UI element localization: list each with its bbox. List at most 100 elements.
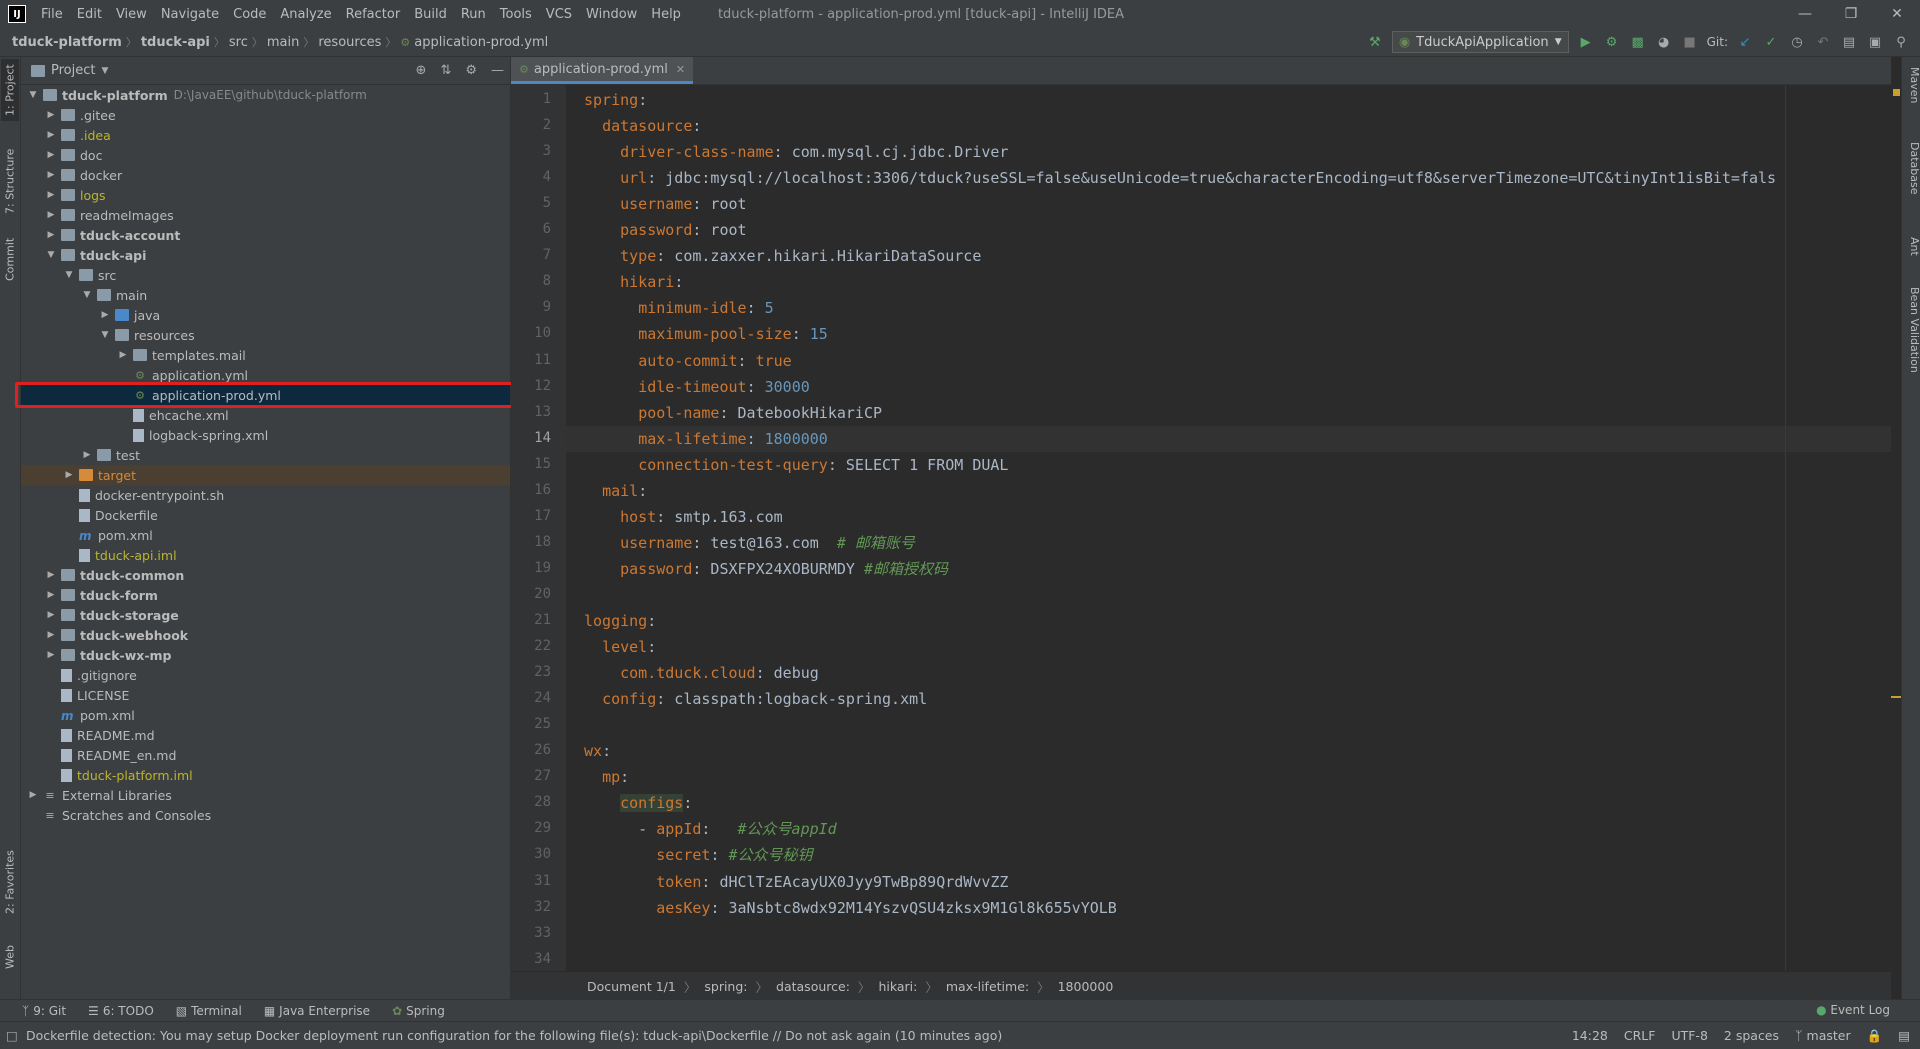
lock-icon[interactable]: 🔒 <box>1867 1028 1883 1044</box>
tool-java-enterprise[interactable]: ▦ Java Enterprise <box>264 1004 370 1018</box>
collapse-all-icon[interactable]: ⇅ <box>440 63 451 78</box>
gear-icon[interactable]: ⚙ <box>465 63 477 78</box>
line-number[interactable]: 12 <box>511 378 551 394</box>
coverage-icon[interactable]: ▩ <box>1629 33 1647 51</box>
line-number[interactable]: 30 <box>511 846 551 862</box>
menu-tools[interactable]: Tools <box>493 7 539 22</box>
tree-item[interactable]: .gitignore <box>21 665 510 685</box>
git-branch[interactable]: ᛉ master <box>1795 1028 1851 1043</box>
chevron-right-icon[interactable]: ▶ <box>45 630 57 640</box>
tree-item[interactable]: ▶ .gitee <box>21 105 510 125</box>
line-number[interactable]: 3 <box>511 143 551 159</box>
build-hammer-icon[interactable]: ⚒ <box>1366 33 1384 51</box>
profile-icon[interactable]: ◕ <box>1655 33 1673 51</box>
code-line[interactable]: token: dHClTzEAcayUX0Jyy9TwBp89QrdWvvZZ <box>584 869 1008 895</box>
code-line[interactable]: password: DSXFPX24XOBURMDY #邮箱授权码 <box>584 556 948 582</box>
tab-web[interactable]: Web <box>1 937 19 977</box>
file-encoding[interactable]: UTF-8 <box>1671 1028 1707 1043</box>
code-line[interactable]: password: root <box>584 217 746 243</box>
code-line[interactable]: pool-name: DatebookHikariCP <box>584 400 882 426</box>
debug-icon[interactable]: ⚙ <box>1603 33 1621 51</box>
locate-icon[interactable]: ⊕ <box>416 63 427 78</box>
line-number[interactable]: 34 <box>511 951 551 967</box>
line-number[interactable]: 32 <box>511 899 551 915</box>
tab-bean-validation[interactable]: Bean Validation <box>1903 287 1920 373</box>
code-line[interactable]: hikari: <box>584 269 683 295</box>
menu-build[interactable]: Build <box>407 7 454 22</box>
line-number[interactable]: 14 <box>511 430 551 446</box>
tool-todo[interactable]: ☰ 6: TODO <box>88 1004 154 1018</box>
indent-setting[interactable]: 2 spaces <box>1724 1028 1779 1043</box>
tree-item[interactable]: LICENSE <box>21 685 510 705</box>
line-number[interactable]: 29 <box>511 820 551 836</box>
tool-terminal[interactable]: ▧ Terminal <box>176 1004 242 1018</box>
line-number[interactable]: 25 <box>511 716 551 732</box>
code-line[interactable]: driver-class-name: com.mysql.cj.jdbc.Dri… <box>584 139 1008 165</box>
tree-item[interactable]: tduck-platform.iml <box>21 765 510 785</box>
line-number[interactable]: 22 <box>511 638 551 654</box>
tree-item[interactable]: ▶ tduck-form <box>21 585 510 605</box>
caret-position[interactable]: 14:28 <box>1572 1028 1608 1043</box>
inspection-warning-icon[interactable] <box>1893 89 1900 96</box>
code-line[interactable]: connection-test-query: SELECT 1 FROM DUA… <box>584 452 1008 478</box>
tree-item[interactable]: m pom.xml <box>21 525 510 545</box>
tree-item[interactable]: README.md <box>21 725 510 745</box>
tab-application-prod-yml[interactable]: ⚙ application-prod.yml ✕ <box>511 57 694 84</box>
code-line[interactable]: idle-timeout: 30000 <box>584 374 810 400</box>
tree-item[interactable]: ▼ main <box>21 285 510 305</box>
code-line[interactable]: type: com.zaxxer.hikari.HikariDataSource <box>584 243 981 269</box>
code-line[interactable]: auto-commit: true <box>584 348 792 374</box>
tree-item[interactable]: ▼ tduck-platform D:\JavaEE\github\tduck-pl… <box>21 85 510 105</box>
project-view-select[interactable]: Project <box>51 63 95 78</box>
project-structure-icon[interactable]: ▤ <box>1840 33 1858 51</box>
menu-view[interactable]: View <box>109 7 154 22</box>
tree-item[interactable]: tduck-api.iml <box>21 545 510 565</box>
stop-icon[interactable]: ■ <box>1681 33 1699 51</box>
tree-item[interactable]: docker-entrypoint.sh <box>21 485 510 505</box>
breadcrumb-item[interactable]: tduck-api <box>137 35 214 50</box>
tab-maven[interactable]: Maven <box>1903 67 1920 103</box>
menu-code[interactable]: Code <box>226 7 273 22</box>
code-line[interactable]: config: classpath:logback-spring.xml <box>584 686 927 712</box>
code-line[interactable]: - appId: #公众号appId <box>584 816 837 842</box>
line-number[interactable]: 21 <box>511 612 551 628</box>
tree-item[interactable]: ▶ logs <box>21 185 510 205</box>
line-number[interactable]: 26 <box>511 742 551 758</box>
line-number[interactable]: 7 <box>511 247 551 263</box>
menu-edit[interactable]: Edit <box>70 7 109 22</box>
tree-item[interactable]: ▶ tduck-webhook <box>21 625 510 645</box>
code-editor[interactable]: spring: datasource: driver-class-name: c… <box>566 85 1891 971</box>
code-line[interactable]: secret: #公众号秘钥 <box>584 842 812 868</box>
tool-git[interactable]: ᛉ 9: Git <box>22 1004 66 1018</box>
chevron-right-icon[interactable]: ▶ <box>45 150 57 160</box>
tree-item[interactable]: logback-spring.xml <box>21 425 510 445</box>
line-number[interactable]: 8 <box>511 273 551 289</box>
chevron-down-icon[interactable]: ▼ <box>81 290 93 300</box>
tree-item[interactable]: ≡ Scratches and Consoles <box>21 805 510 825</box>
chevron-right-icon[interactable]: ▶ <box>45 110 57 120</box>
chevron-right-icon[interactable]: ▶ <box>45 210 57 220</box>
line-number[interactable]: 15 <box>511 456 551 472</box>
chevron-right-icon[interactable]: ▶ <box>99 310 111 320</box>
structure-breadcrumb-item[interactable]: max-lifetime: <box>938 979 1037 994</box>
tab-ant[interactable]: Ant <box>1903 237 1920 256</box>
menu-analyze[interactable]: Analyze <box>273 7 338 22</box>
line-number[interactable]: 1 <box>511 91 551 107</box>
error-stripe-mark[interactable] <box>1891 696 1901 698</box>
event-log-button[interactable]: ● Event Log <box>1816 1003 1890 1017</box>
line-number[interactable]: 18 <box>511 534 551 550</box>
chevron-right-icon[interactable]: ▶ <box>45 610 57 620</box>
chevron-down-icon[interactable]: ▼ <box>45 250 57 260</box>
menu-vcs[interactable]: VCS <box>539 7 579 22</box>
tool-spring[interactable]: ✿ Spring <box>392 1004 445 1018</box>
code-line[interactable]: mail: <box>584 478 647 504</box>
code-line[interactable]: url: jdbc:mysql://localhost:3306/tduck?u… <box>584 165 1776 191</box>
search-icon[interactable]: ⚲ <box>1892 33 1910 51</box>
tree-item[interactable]: ▶ target <box>21 465 510 485</box>
breadcrumb-item[interactable]: resources <box>314 35 385 50</box>
git-update-icon[interactable]: ↙ <box>1736 33 1754 51</box>
git-history-icon[interactable]: ◷ <box>1788 33 1806 51</box>
code-line[interactable]: datasource: <box>584 113 701 139</box>
code-line[interactable]: wx: <box>584 738 611 764</box>
line-number[interactable]: 11 <box>511 352 551 368</box>
